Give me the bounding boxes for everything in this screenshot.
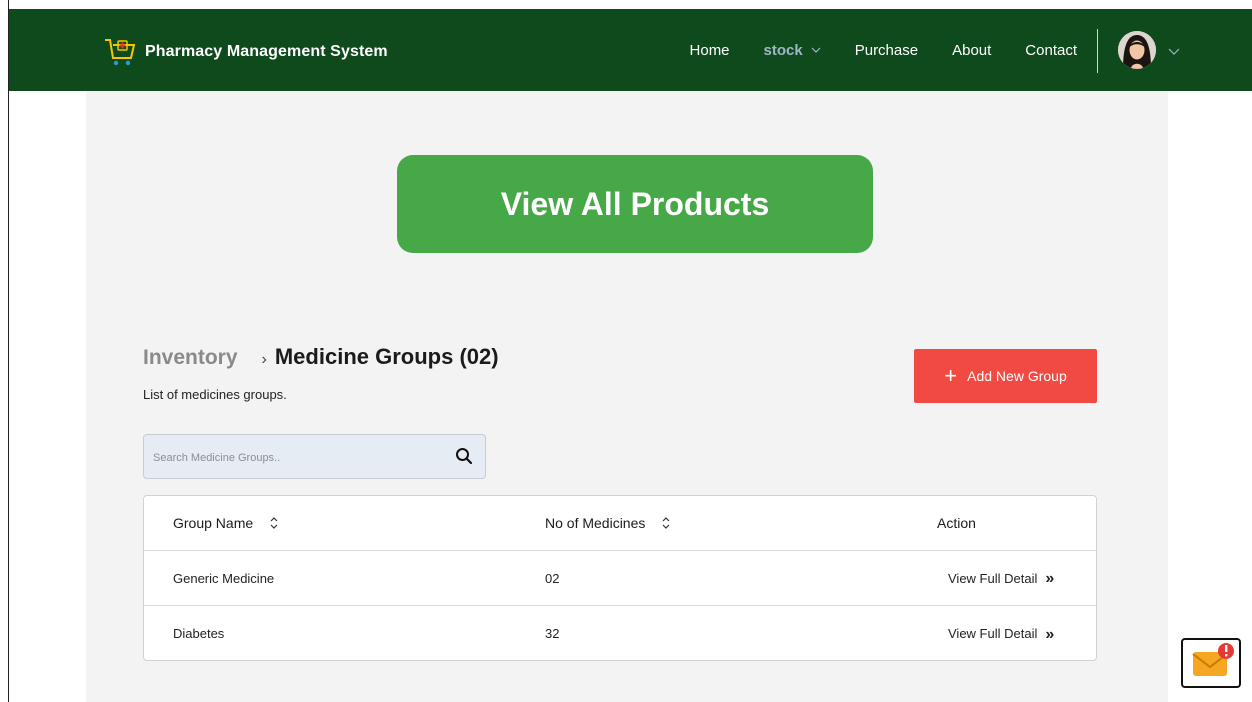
- header-action-label: Action: [937, 515, 976, 531]
- brand-title: Pharmacy Management System: [145, 43, 388, 60]
- breadcrumb: Inventory › Medicine Groups (02): [143, 344, 499, 370]
- search-icon[interactable]: [455, 447, 473, 465]
- page-subtitle: List of medicines groups.: [143, 387, 287, 402]
- mail-notification-widget[interactable]: [1181, 638, 1241, 688]
- window-edge: [8, 0, 9, 702]
- view-full-detail-link[interactable]: View Full Detail »: [948, 551, 1054, 605]
- navbar: Pharmacy Management System Home stock Pu…: [9, 9, 1252, 91]
- nav-stock-label: stock: [763, 41, 803, 59]
- count-cell: 02: [545, 570, 560, 586]
- nav-contact[interactable]: Contact: [1025, 42, 1077, 59]
- nav-purchase-label: Purchase: [854, 41, 919, 59]
- double-chevron-right-icon: »: [1045, 570, 1055, 587]
- nav-home[interactable]: Home: [690, 42, 730, 59]
- group-name-cell: Generic Medicine: [173, 570, 275, 586]
- add-new-group-button[interactable]: + Add New Group: [914, 349, 1097, 403]
- plus-icon: +: [944, 363, 958, 388]
- breadcrumb-separator: ›: [261, 351, 267, 368]
- nav-purchase[interactable]: Purchase: [855, 42, 918, 59]
- nav-contact-label: Contact: [1025, 41, 1077, 59]
- nav-links: Home stock Purchase About Contact: [656, 9, 1077, 91]
- header-group-name[interactable]: Group Name: [173, 496, 279, 550]
- sort-icon: [662, 517, 670, 529]
- nav-home-label: Home: [689, 41, 730, 59]
- page-title: Medicine Groups (02): [274, 344, 499, 369]
- view-full-detail-label: View Full Detail: [948, 626, 1038, 641]
- nav-stock-dropdown[interactable]: stock: [764, 42, 821, 59]
- avatar[interactable]: [1118, 31, 1156, 69]
- group-name-cell: Diabetes: [173, 626, 225, 641]
- table-row: Generic Medicine 02 View Full Detail »: [144, 551, 1096, 606]
- add-new-group-label: Add New Group: [967, 368, 1067, 384]
- main-panel: View All Products Inventory › Medicine G…: [86, 91, 1168, 702]
- chevron-down-icon: [811, 47, 821, 53]
- table-row: Diabetes 32 View Full Detail »: [144, 606, 1096, 661]
- header-action: Action: [937, 496, 976, 550]
- account-chevron-down-icon[interactable]: [1168, 46, 1180, 56]
- view-full-detail-link[interactable]: View Full Detail »: [948, 606, 1054, 661]
- nav-divider: [1097, 29, 1098, 73]
- header-no-of-medicines[interactable]: No of Medicines: [545, 496, 671, 550]
- brand[interactable]: Pharmacy Management System: [103, 37, 388, 67]
- breadcrumb-inventory[interactable]: Inventory: [143, 346, 238, 370]
- view-all-products-button[interactable]: View All Products: [397, 155, 873, 253]
- count-cell: 32: [545, 626, 560, 641]
- avatar-image: [1118, 31, 1156, 69]
- medicine-groups-table: Group Name No of Medicines Action Generi…: [143, 495, 1097, 661]
- view-full-detail-label: View Full Detail: [948, 570, 1038, 586]
- search-input[interactable]: [144, 435, 455, 480]
- search-box: [143, 434, 486, 480]
- header-count-label: No of Medicines: [545, 515, 646, 531]
- cart-plus-icon: [105, 39, 136, 66]
- table-header-row: Group Name No of Medicines Action: [144, 496, 1096, 551]
- header-group-name-label: Group Name: [173, 515, 254, 531]
- nav-about-label: About: [952, 41, 992, 59]
- mail-alert-icon: [1192, 643, 1234, 676]
- double-chevron-right-icon: »: [1045, 625, 1055, 643]
- nav-about[interactable]: About: [952, 42, 991, 59]
- sort-icon: [270, 517, 278, 529]
